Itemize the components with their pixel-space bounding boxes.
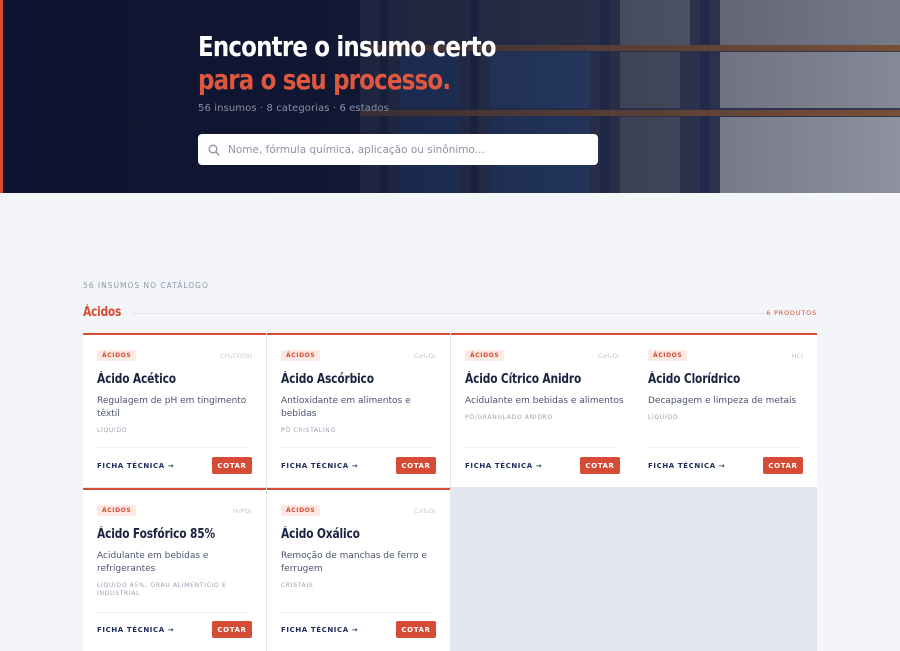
product-description: Acidulante em bebidas e refrigerantes [97,551,209,574]
hero-title-line2: para o seu processo. [198,63,451,96]
product-card: ÁCIDOS C₆H₈O₇ Ácido Cítrico Anidro Acidu… [451,333,634,487]
product-card: ÁCIDOS HCl Ácido Clorídrico Decapagem e … [634,333,817,487]
category-badge: ÁCIDOS [281,505,321,516]
quote-button[interactable]: COTAR [580,457,620,474]
product-card: ÁCIDOS C₂H₂O₄ Ácido Oxálico Remoção de m… [267,488,450,651]
product-name[interactable]: Ácido Cítrico Anidro [465,372,581,387]
product-form: PÓ/GRANULADO ANIDRO [465,414,553,421]
product-card: ÁCIDOS H₃PO₄ Ácido Fosfórico 85% Acidula… [83,488,266,651]
technical-sheet-link[interactable]: FICHA TÉCNICA → [97,626,174,634]
card-divider [281,447,431,448]
category-title: Ácidos [83,305,122,320]
product-form: LÍQUIDO [97,427,128,434]
product-card: ÁCIDOS CH₃COOH Ácido Acético Regulagem d… [83,333,266,487]
product-description: Remoção de manchas de ferro e ferrugem [281,551,428,574]
category-badge: ÁCIDOS [648,350,688,361]
category-header: Ácidos 6 PRODUTOS [83,305,817,321]
product-name[interactable]: Ácido Acético [97,372,176,387]
quote-button[interactable]: COTAR [396,621,436,638]
chemical-formula: HCl [791,352,803,360]
product-name[interactable]: Ácido Ascórbico [281,372,374,387]
quote-button[interactable]: COTAR [763,457,803,474]
product-name[interactable]: Ácido Fosfórico 85% [97,527,215,542]
chemical-formula: C₆H₈O₆ [413,352,436,360]
search-icon [208,144,220,156]
technical-sheet-link[interactable]: FICHA TÉCNICA → [281,462,358,470]
technical-sheet-link[interactable]: FICHA TÉCNICA → [648,462,725,470]
hero-banner: Encontre o insumo certo para o seu proce… [0,0,900,193]
search-box[interactable] [198,134,598,165]
chemical-formula: C₂H₂O₄ [413,507,436,515]
product-description: Regulagem de pH em tingimento têxtil [97,396,247,419]
product-form: PÓ CRISTALINO [281,427,336,434]
card-divider [465,447,615,448]
product-description: Decapagem e limpeza de metais [648,396,797,406]
hero-title-line1: Encontre o insumo certo [198,30,497,63]
quote-button[interactable]: COTAR [212,621,252,638]
product-name[interactable]: Ácido Oxálico [281,527,360,542]
product-form: LÍQUIDO [648,414,679,421]
hero-accent-bar [0,0,3,193]
card-divider [648,447,798,448]
quote-button[interactable]: COTAR [396,457,436,474]
product-description: Acidulante em bebidas e alimentos [465,396,624,406]
quote-button[interactable]: COTAR [212,457,252,474]
card-divider [281,612,431,613]
category-product-count: 6 PRODUTOS [766,309,817,317]
search-input[interactable] [228,143,588,156]
category-badge: ÁCIDOS [97,350,137,361]
chemical-formula: H₃PO₄ [232,507,252,515]
chemical-formula: CH₃COOH [220,352,252,360]
product-card: ÁCIDOS C₆H₈O₆ Ácido Ascórbico Antioxidan… [267,333,450,487]
product-description: Antioxidante em alimentos e bebidas [281,396,411,419]
product-grid: ÁCIDOS CH₃COOH Ácido Acético Regulagem d… [83,333,817,651]
hero-title: Encontre o insumo certo para o seu proce… [198,30,497,96]
technical-sheet-link[interactable]: FICHA TÉCNICA → [281,626,358,634]
category-badge: ÁCIDOS [281,350,321,361]
product-form: CRISTAIS [281,582,314,589]
chemical-formula: C₆H₈O₇ [597,352,620,360]
category-badge: ÁCIDOS [97,505,137,516]
card-divider [97,447,247,448]
card-divider [97,612,247,613]
product-form: LÍQUIDO 85%, GRAU ALIMENTÍCIO E INDUSTRI… [97,582,227,597]
category-badge: ÁCIDOS [465,350,505,361]
technical-sheet-link[interactable]: FICHA TÉCNICA → [97,462,174,470]
category-divider [131,313,765,314]
hero-stats: 56 insumos · 8 categorias · 6 estados [198,103,389,114]
technical-sheet-link[interactable]: FICHA TÉCNICA → [465,462,542,470]
product-name[interactable]: Ácido Clorídrico [648,372,740,387]
catalog-count: 56 INSUMOS NO CATÁLOGO [83,281,209,290]
